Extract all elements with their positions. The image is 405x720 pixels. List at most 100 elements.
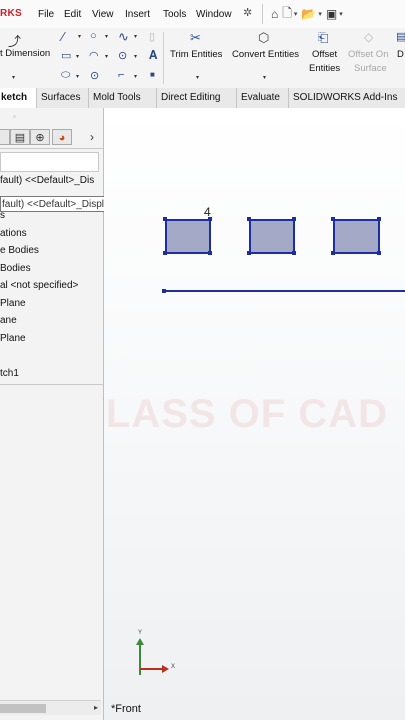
sketch-point[interactable] [292,217,296,221]
tree-item-annotations[interactable]: ations [0,228,27,239]
command-manager-tabs: ketch Surfaces Mold Tools Direct Editing… [0,88,405,109]
sketch-point[interactable] [208,217,212,221]
tab-evaluate[interactable]: Evaluate [237,88,289,108]
chevron-down-icon[interactable]: ▾ [78,33,81,40]
chevron-down-icon[interactable]: ▾ [263,74,266,81]
plane-tool-icon[interactable]: ■ [150,70,155,79]
convert-entities-label[interactable]: Convert Entities [232,49,299,60]
menu-file[interactable]: File [38,9,54,20]
sketch-rectangle[interactable] [165,219,211,254]
offset-entities-icon[interactable]: ⎗ [318,30,328,46]
circle-tool-icon[interactable]: ○ [90,30,97,42]
panel-tab-strip: ▤ ⊕ ◕ › [0,126,103,149]
partial-tool-label[interactable]: D [397,49,404,60]
property-manager-tab-icon[interactable]: ▤ [10,129,30,145]
slot-tool-icon[interactable]: ⬭ [61,69,70,82]
tree-item-part-header[interactable]: fault) <<Default>_Dis [0,175,94,186]
sketch-point[interactable] [162,289,166,293]
graphics-viewport[interactable]: CLASS OF CAD 4 Y X *Front [104,108,405,720]
menu-window[interactable]: Window [196,9,232,20]
sketch-line[interactable] [164,290,405,292]
panel-divider [0,384,103,385]
view-orientation-label: *Front [111,703,141,715]
home-button[interactable]: ⌂ [271,7,278,21]
trim-entities-label[interactable]: Trim Entities [170,49,222,60]
smart-dimension-label[interactable]: t Dimension [0,48,50,59]
offset-on-surface-icon: ◇ [364,30,374,44]
trim-icon[interactable]: ✂ [190,30,201,46]
tree-item-sketch1[interactable]: tch1 [0,368,19,379]
text-tool-icon[interactable]: 𝐀 [149,48,157,63]
spline-tool-icon[interactable]: ∿ [118,29,129,45]
offset-entities-label-1[interactable]: Offset [312,49,337,60]
open-folder-icon: 📂 [301,7,317,21]
line-tool-icon[interactable]: ∕ [62,29,64,44]
panel-horizontal-scrollbar[interactable]: ▸ [0,700,101,715]
chevron-down-icon[interactable]: ▾ [134,73,137,80]
menu-tools[interactable]: Tools [163,9,186,20]
sketch-point[interactable] [377,251,381,255]
sketch-point[interactable] [247,217,251,221]
tree-item-surface-bodies[interactable]: e Bodies [0,245,39,256]
tree-item-top-plane[interactable]: ane [0,315,17,326]
sketch-point[interactable] [163,251,167,255]
sketch-point[interactable] [208,251,212,255]
menu-insert[interactable]: Insert [125,9,150,20]
fillet-tool-icon[interactable]: ⌐ [118,69,124,81]
convert-entities-icon[interactable]: ⬡ [258,30,269,46]
menu-edit[interactable]: Edit [64,9,81,20]
tree-item-right-plane[interactable]: Plane [0,333,26,344]
sketch-point[interactable] [292,251,296,255]
scrollbar-thumb[interactable] [0,704,46,713]
feature-manager-tab-icon[interactable] [0,129,10,145]
chevron-down-icon[interactable]: ▾ [196,74,199,81]
menu-view[interactable]: View [92,9,114,20]
tab-sketch[interactable]: ketch [0,88,37,109]
tab-surfaces[interactable]: Surfaces [37,88,89,108]
sketch-point[interactable] [331,217,335,221]
sketch-point[interactable] [163,217,167,221]
sketch-rectangle[interactable] [249,219,295,254]
chevron-down-icon[interactable]: ▾ [105,33,108,40]
save-button[interactable]: ▣ ▾ [326,7,343,21]
ribbon-separator [163,32,164,84]
tab-direct-editing[interactable]: Direct Editing [157,88,237,108]
arc-tool-icon[interactable]: ◠ [89,49,99,62]
display-manager-tab-icon[interactable]: ◕ [52,129,72,145]
sketch-point[interactable] [331,251,335,255]
new-document-button[interactable]: 🗋 ▾ [282,4,297,25]
sketch-point[interactable] [247,251,251,255]
polygon-tool-icon[interactable]: ⊙ [118,49,127,62]
configuration-manager-tab-icon[interactable]: ⊕ [30,129,50,145]
chevron-right-icon[interactable]: › [82,129,102,145]
chevron-down-icon: ▾ [293,11,298,18]
chevron-right-icon[interactable]: ▸ [94,701,98,715]
chevron-down-icon[interactable]: ▾ [76,53,79,60]
triad-x-label: X [171,664,176,670]
point-tool-icon[interactable]: ⊙ [90,69,99,82]
offset-on-surface-label-1: Offset On [348,49,389,60]
open-button[interactable]: 📂 ▾ [301,7,321,21]
chevron-down-icon[interactable]: ▾ [76,73,79,80]
tab-solidworks-add-ins[interactable]: SOLIDWORKS Add-Ins [289,88,405,108]
tree-item-solid-bodies[interactable]: Bodies [0,263,31,274]
sketch-point[interactable] [377,217,381,221]
chevron-down-icon[interactable]: ▾ [105,53,108,60]
quick-access-toolbar: ⌂ 🗋 ▾ 📂 ▾ ▣ ▾ [262,3,347,25]
sketch-rectangle[interactable] [333,219,380,254]
chevron-down-icon: ▾ [339,11,343,18]
chevron-down-icon[interactable]: ▾ [134,33,137,40]
collapse-handle-icon[interactable]: ◦ [13,112,16,121]
menu-bar: RKS File Edit View Insert Tools Window ✲… [0,0,405,28]
rectangle-tool-icon[interactable]: ▭ [61,49,71,62]
toolbar-separator [262,4,263,24]
tree-item-front-plane[interactable]: Plane [0,298,26,309]
mirror-entities-icon[interactable]: ▤ [396,30,405,43]
offset-entities-label-2[interactable]: Entities [309,63,340,74]
tree-item-material[interactable]: al <not specified> [0,280,78,291]
chevron-down-icon[interactable]: ▾ [12,74,15,81]
pin-icon[interactable]: ✲ [243,6,252,19]
chevron-down-icon[interactable]: ▾ [134,53,137,60]
feature-tree-filter-input[interactable] [0,152,99,172]
tab-mold-tools[interactable]: Mold Tools [89,88,157,108]
